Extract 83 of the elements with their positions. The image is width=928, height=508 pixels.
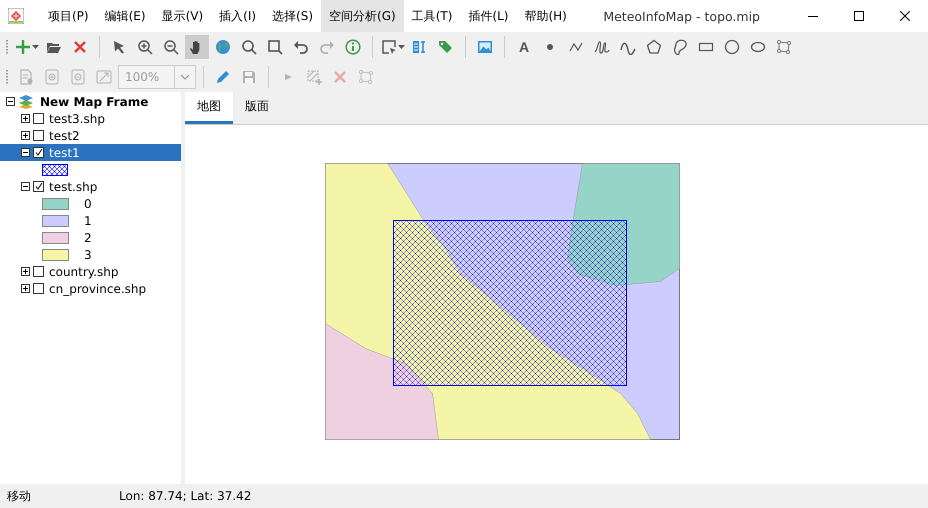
fit-window-icon xyxy=(96,69,112,85)
text-tool-button[interactable]: A xyxy=(512,35,536,59)
expand-icon[interactable] xyxy=(21,284,30,293)
expand-icon[interactable] xyxy=(21,131,30,140)
legend-label: 3 xyxy=(84,248,92,262)
page-zoom-out-icon xyxy=(70,69,86,85)
close-icon xyxy=(900,11,910,21)
window-title: MeteoInfoMap - topo.mip xyxy=(603,8,760,24)
layer-name: country.shp xyxy=(48,264,118,278)
menu-item[interactable]: 编辑(E) xyxy=(96,0,154,32)
layer-name: cn_province.shp xyxy=(48,282,146,296)
caret-icon xyxy=(32,45,39,49)
layer-row[interactable]: test.shp xyxy=(0,178,181,195)
layer-row[interactable]: cn_province.shp xyxy=(0,280,181,297)
undo-icon xyxy=(293,39,309,55)
layer-name: test1 xyxy=(48,146,80,160)
cross-icon xyxy=(72,39,88,55)
collapse-icon[interactable] xyxy=(21,182,30,191)
legend-label: 2 xyxy=(84,230,92,244)
layer-row[interactable]: test1 xyxy=(0,144,181,161)
checkbox[interactable] xyxy=(33,181,44,192)
redo-icon xyxy=(319,39,335,55)
page-zoom-in-icon xyxy=(44,69,60,85)
layer-row[interactable]: country.shp xyxy=(0,263,181,280)
select-box-icon xyxy=(381,39,397,55)
pentagon-icon xyxy=(646,39,662,55)
menu-item[interactable]: 选择(S) xyxy=(264,0,322,32)
square-icon xyxy=(267,39,283,55)
expand-icon[interactable] xyxy=(21,267,30,276)
layer-name: test.shp xyxy=(48,180,98,194)
expand-icon[interactable] xyxy=(21,114,30,123)
zoom-in-icon xyxy=(137,39,153,55)
hand-button[interactable] xyxy=(185,35,209,59)
status-coordinates: Lon: 87.74; Lat: 37.42 xyxy=(119,489,252,503)
columns-icon xyxy=(412,39,428,55)
menu-item[interactable]: 显示(V) xyxy=(154,0,212,32)
globe-icon xyxy=(215,39,231,55)
hatch-swatch xyxy=(42,164,68,176)
caret-icon xyxy=(398,45,405,49)
collapse-icon[interactable] xyxy=(21,148,30,157)
layer-name: test3.shp xyxy=(48,112,105,126)
chevron-down-icon xyxy=(180,74,190,80)
vertex-edit-icon xyxy=(776,39,792,55)
search-icon xyxy=(241,39,257,55)
checkbox[interactable] xyxy=(33,266,44,277)
vertex-edit-icon xyxy=(358,69,374,85)
ellipse-icon xyxy=(750,39,766,55)
menu-item[interactable]: 项目(P) xyxy=(40,0,97,32)
menu-item[interactable]: 插件(L) xyxy=(460,0,516,32)
status-mode: 移动 xyxy=(7,488,32,504)
cursor-icon xyxy=(111,39,127,55)
collapse-icon[interactable] xyxy=(6,97,15,106)
menu-item[interactable]: 插入(I) xyxy=(211,0,264,32)
scribble-icon xyxy=(594,39,610,55)
legend-label: 1 xyxy=(84,214,92,228)
plus-icon xyxy=(15,39,31,55)
layer-name: test2 xyxy=(48,128,80,142)
menu-item[interactable]: 帮助(H) xyxy=(516,0,575,32)
image-icon xyxy=(477,39,493,55)
checkbox[interactable] xyxy=(33,147,44,158)
tab[interactable]: 版面 xyxy=(233,92,281,124)
legend-label: 0 xyxy=(84,196,92,210)
pencil-icon xyxy=(215,69,231,85)
zoom-out-icon xyxy=(163,39,179,55)
maximize-icon xyxy=(854,11,864,21)
layers-icon xyxy=(18,94,34,108)
map-frame-label[interactable]: New Map Frame xyxy=(37,94,148,108)
blob-icon xyxy=(672,39,688,55)
checkbox[interactable] xyxy=(33,283,44,294)
checkbox[interactable] xyxy=(33,113,44,124)
hatched-square-icon xyxy=(306,69,322,85)
app-logo-icon xyxy=(8,8,24,24)
cross-icon xyxy=(332,69,348,85)
info-icon xyxy=(345,39,361,55)
tab[interactable]: 地图 xyxy=(185,92,233,124)
menu-item[interactable]: 工具(T) xyxy=(404,0,460,32)
checkbox[interactable] xyxy=(33,130,44,141)
circle-icon xyxy=(724,39,740,55)
document-icon xyxy=(18,69,34,85)
menu-item[interactable]: 空间分析(G) xyxy=(321,0,404,32)
layer-row[interactable]: test2 xyxy=(0,127,181,144)
tag-icon xyxy=(438,39,454,55)
layer-row[interactable]: test3.shp xyxy=(0,110,181,127)
